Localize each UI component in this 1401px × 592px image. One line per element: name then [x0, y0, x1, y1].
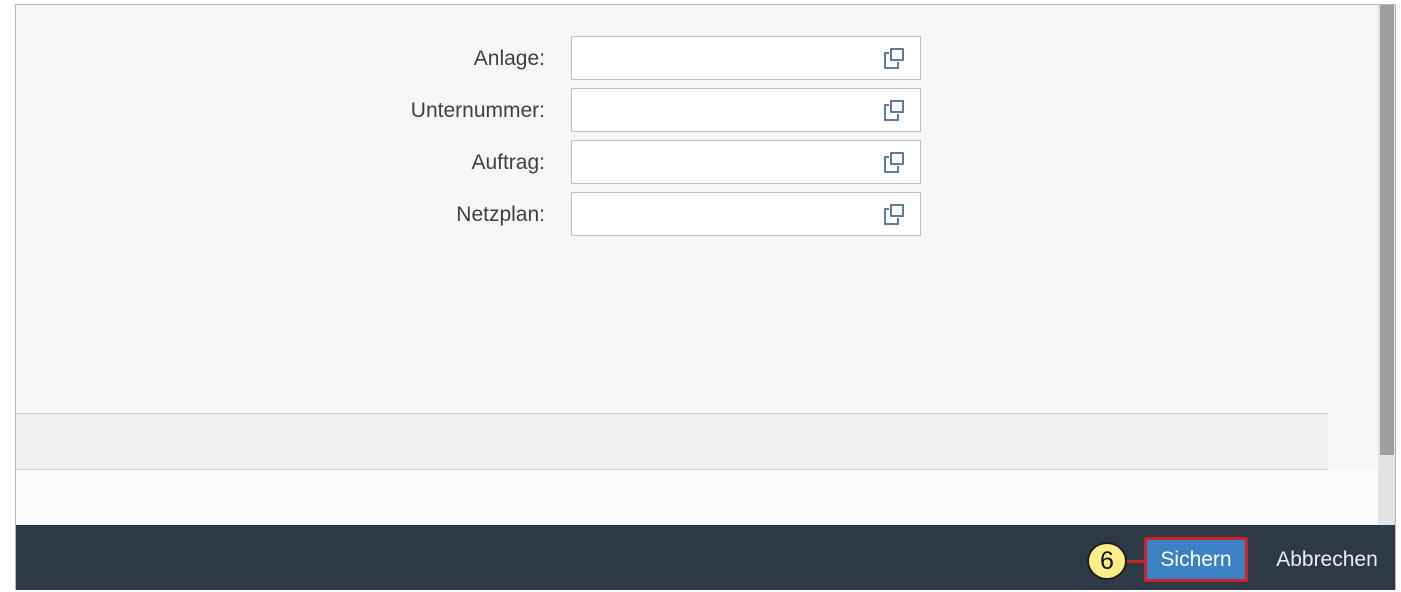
auftrag-field-container [571, 140, 921, 184]
content-area-below [16, 470, 1378, 525]
netzplan-label: Netzplan: [456, 203, 545, 226]
value-help-icon[interactable] [882, 151, 906, 175]
unternummer-field-container [571, 88, 921, 132]
anlage-input[interactable] [572, 37, 872, 79]
dialog-frame: Anlage: Unternummer: Auftrag: Netzplan: … [15, 4, 1396, 590]
anlage-field-container [571, 36, 921, 80]
form-row-netzplan: Netzplan: [16, 192, 921, 236]
unternummer-input[interactable] [572, 89, 872, 131]
value-help-icon[interactable] [882, 99, 906, 123]
auftrag-label: Auftrag: [471, 151, 545, 174]
form-row-unternummer: Unternummer: [16, 88, 921, 132]
save-button[interactable]: Sichern [1144, 537, 1248, 582]
value-help-icon[interactable] [882, 47, 906, 71]
step-badge: 6 [1087, 542, 1127, 580]
anlage-label: Anlage: [473, 47, 545, 70]
callout-line [1127, 560, 1145, 563]
dialog-footer-toolbar: 6 Sichern Abbrechen [16, 525, 1395, 590]
section-band [16, 414, 1328, 469]
vertical-scrollbar[interactable] [1378, 5, 1395, 525]
form-row-anlage: Anlage: [16, 36, 921, 80]
netzplan-input[interactable] [572, 193, 872, 235]
unternummer-label: Unternummer: [410, 99, 545, 122]
cancel-button[interactable]: Abbrechen [1262, 537, 1392, 582]
value-help-icon[interactable] [882, 203, 906, 227]
netzplan-field-container [571, 192, 921, 236]
auftrag-input[interactable] [572, 141, 872, 183]
scrollbar-thumb[interactable] [1380, 5, 1394, 455]
form-area: Anlage: Unternummer: Auftrag: Netzplan: [16, 5, 1378, 413]
form-row-auftrag: Auftrag: [16, 140, 921, 184]
